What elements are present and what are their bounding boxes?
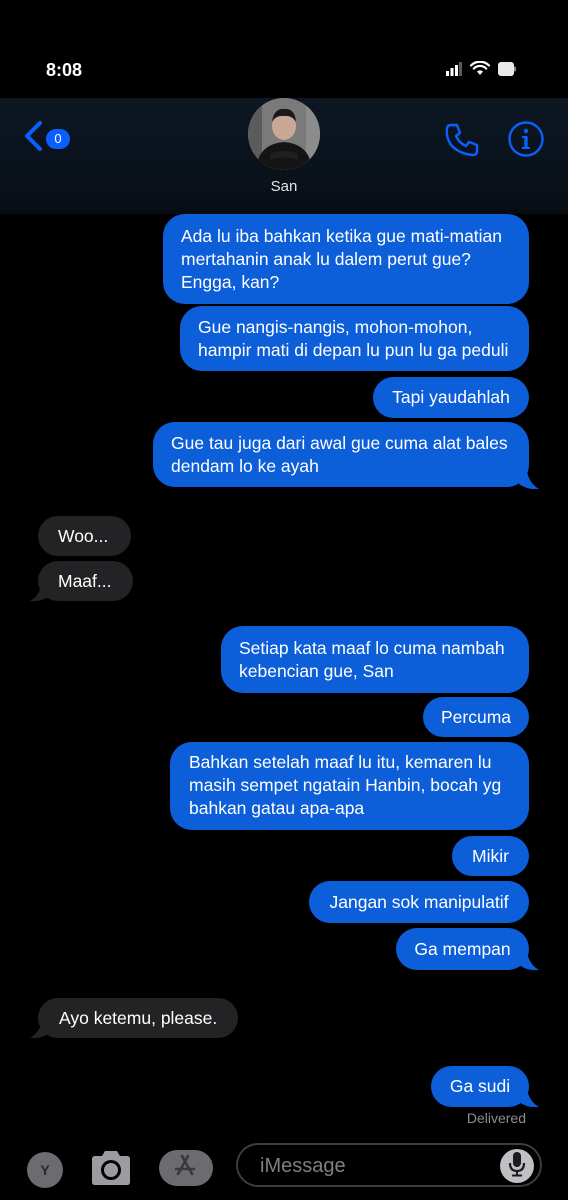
app-store-button[interactable] <box>159 1150 213 1186</box>
status-icons <box>446 60 516 82</box>
wifi-icon <box>469 60 491 81</box>
contact-name[interactable]: San <box>0 178 568 195</box>
message-text: Setiap kata maaf lo cuma nambah kebencia… <box>239 638 505 681</box>
message-text: Ayo ketemu, please. <box>59 1008 218 1028</box>
message-bubble-outgoing[interactable]: Mikir <box>452 836 529 876</box>
incoming-bubble-tail <box>30 1021 52 1039</box>
info-button[interactable] <box>507 120 545 163</box>
info-icon <box>507 121 545 162</box>
app-drawer-button[interactable]: Y <box>27 1152 63 1188</box>
back-button[interactable]: 0 <box>22 120 70 157</box>
message-bubble-outgoing[interactable]: Jangan sok manipulatif <box>309 881 529 923</box>
phone-call-button[interactable] <box>444 122 480 163</box>
status-bar: 8:08 <box>0 0 568 98</box>
message-bubble-outgoing[interactable]: Bahkan setelah maaf lu itu, kemaren lu m… <box>170 742 529 830</box>
dictation-button[interactable] <box>500 1149 534 1183</box>
input-bar: Y iMessage <box>0 1138 568 1200</box>
message-text: Gue tau juga dari awal gue cuma alat bal… <box>171 433 508 476</box>
message-text: Woo... <box>58 526 109 546</box>
status-time: 8:08 <box>46 60 83 80</box>
message-text: Ada lu iba bahkan ketika gue mati-matian… <box>181 226 503 292</box>
microphone-icon <box>507 1151 527 1182</box>
imessage-placeholder: iMessage <box>260 1155 346 1177</box>
message-text: Maaf... <box>58 571 112 591</box>
message-bubble-outgoing[interactable]: Gue tau juga dari awal gue cuma alat bal… <box>153 422 529 487</box>
camera-icon <box>88 1151 134 1190</box>
message-text: Mikir <box>472 846 509 866</box>
unread-count-badge: 0 <box>46 128 70 149</box>
battery-icon <box>498 61 516 81</box>
delivered-status: Delivered <box>466 1110 526 1126</box>
message-bubble-outgoing[interactable]: Gue nangis-nangis, mohon-mohon, hampir m… <box>180 306 529 371</box>
imessage-input[interactable]: iMessage <box>236 1143 542 1187</box>
message-text: Tapi yaudahlah <box>392 387 510 407</box>
camera-button[interactable] <box>88 1150 134 1191</box>
signal-icon <box>446 61 462 81</box>
message-bubble-incoming[interactable]: Ayo ketemu, please. <box>38 998 238 1038</box>
conversation-header: 0 San <box>0 98 568 214</box>
message-text: Ga sudi <box>449 1076 511 1096</box>
message-text: Ga mempan <box>414 939 511 959</box>
message-text: Bahkan setelah maaf lu itu, kemaren lu m… <box>189 752 502 818</box>
message-bubble-outgoing[interactable]: Ada lu iba bahkan ketika gue mati-matian… <box>163 214 529 304</box>
message-bubble-outgoing[interactable]: Ga sudi <box>431 1066 529 1107</box>
phone-icon <box>444 123 480 162</box>
outgoing-bubble-tail <box>517 1090 539 1108</box>
message-text: Jangan sok manipulatif <box>329 892 509 912</box>
message-bubble-outgoing[interactable]: Ga mempan <box>396 928 529 970</box>
incoming-bubble-tail <box>30 584 52 602</box>
message-bubble-incoming[interactable]: Maaf... <box>38 561 133 601</box>
message-text: Percuma <box>440 707 512 727</box>
app-store-icon <box>172 1152 200 1185</box>
contact-avatar[interactable] <box>248 98 320 170</box>
message-bubble-outgoing[interactable]: Tapi yaudahlah <box>373 377 529 418</box>
message-bubble-incoming[interactable]: Woo... <box>38 516 131 556</box>
message-bubble-outgoing[interactable]: Percuma <box>423 697 529 737</box>
chevron-left-icon <box>22 120 44 157</box>
app-letter: Y <box>40 1162 50 1178</box>
outgoing-bubble-tail <box>517 953 539 971</box>
message-bubble-outgoing[interactable]: Setiap kata maaf lo cuma nambah kebencia… <box>221 626 529 693</box>
outgoing-bubble-tail <box>517 472 539 490</box>
message-text: Gue nangis-nangis, mohon-mohon, hampir m… <box>198 317 509 360</box>
